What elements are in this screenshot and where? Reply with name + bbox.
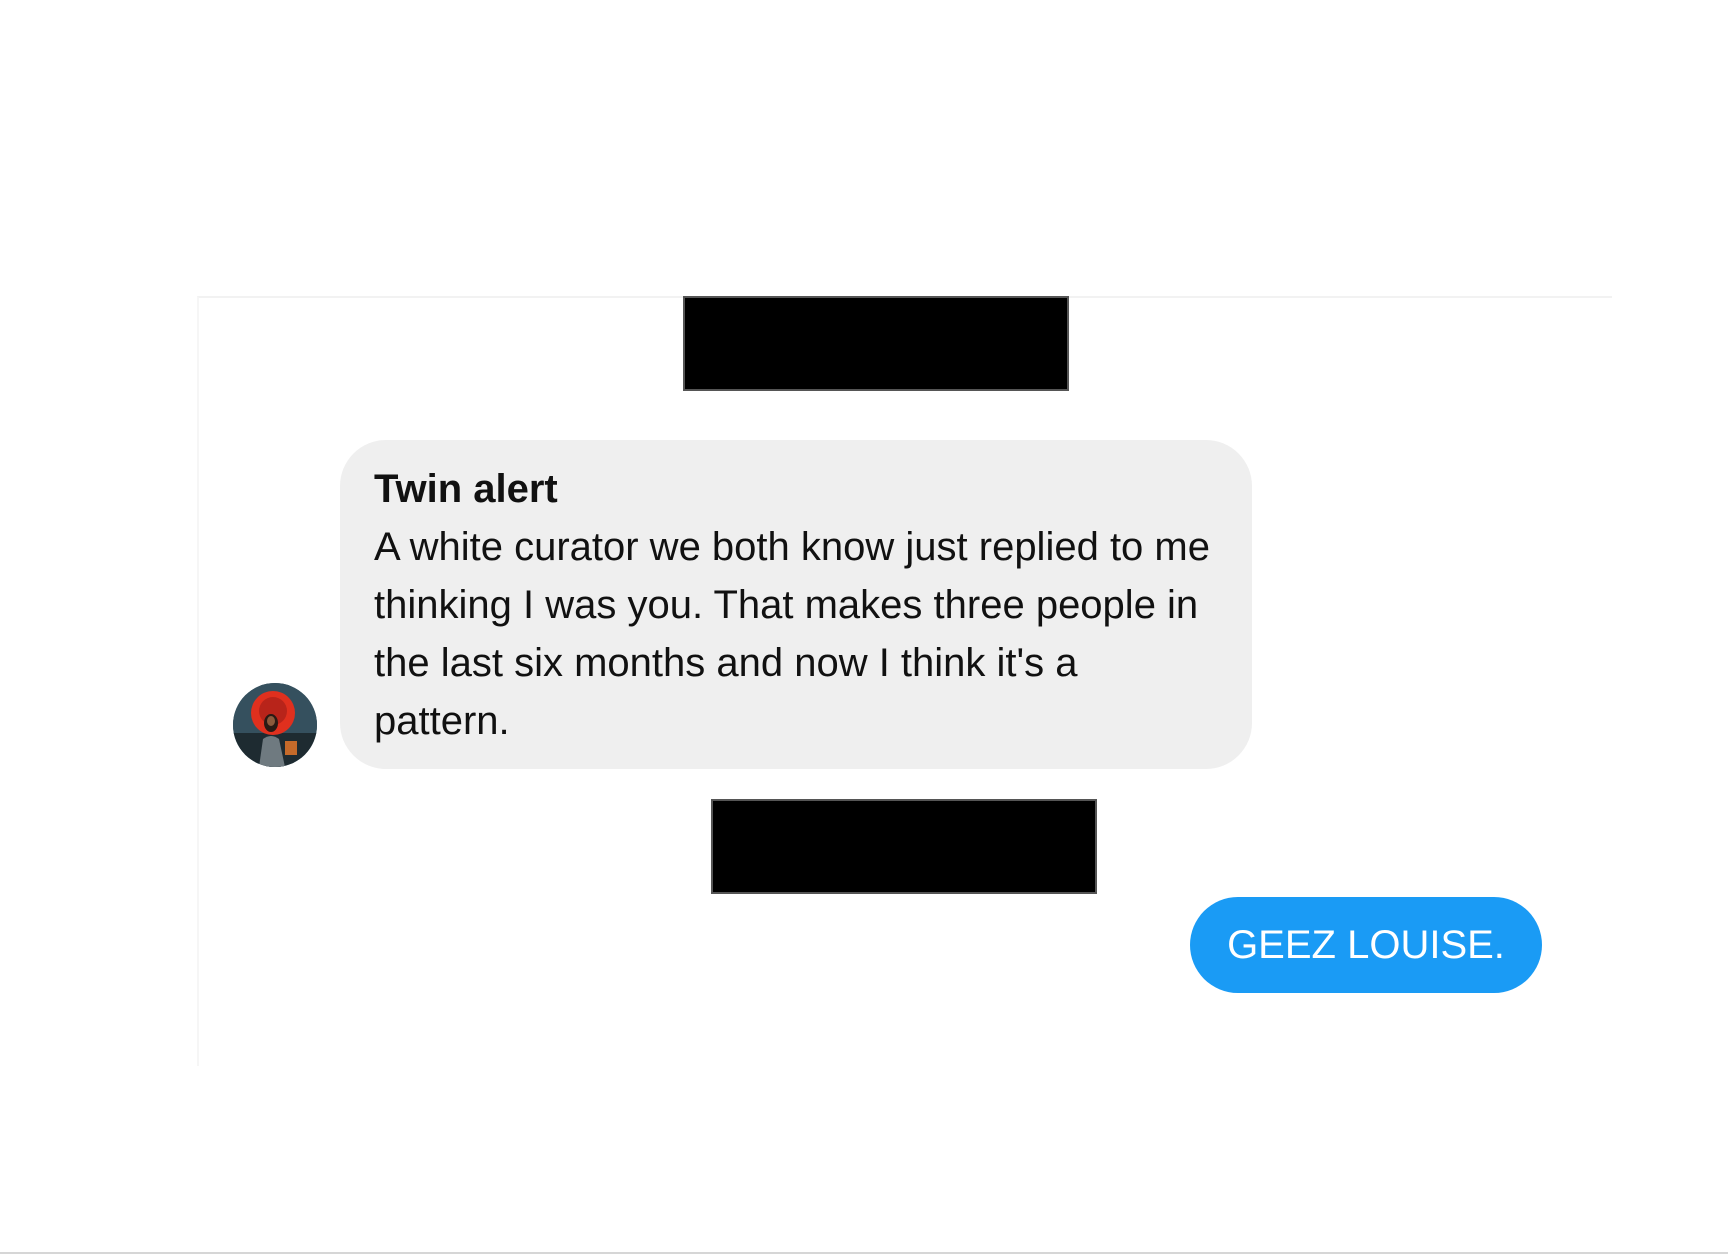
redaction-block xyxy=(711,799,1097,894)
outgoing-message-bubble[interactable]: GEEZ LOUISE. xyxy=(1190,897,1542,993)
message-text: A white curator we both know just replie… xyxy=(374,525,1210,743)
avatar-photo-icon xyxy=(233,683,317,767)
message-text: GEEZ LOUISE. xyxy=(1227,923,1505,967)
incoming-message-bubble[interactable]: Twin alert A white curator we both know … xyxy=(340,440,1252,769)
redaction-block xyxy=(683,296,1069,391)
sender-avatar[interactable] xyxy=(233,683,317,767)
message-title: Twin alert xyxy=(374,467,558,511)
